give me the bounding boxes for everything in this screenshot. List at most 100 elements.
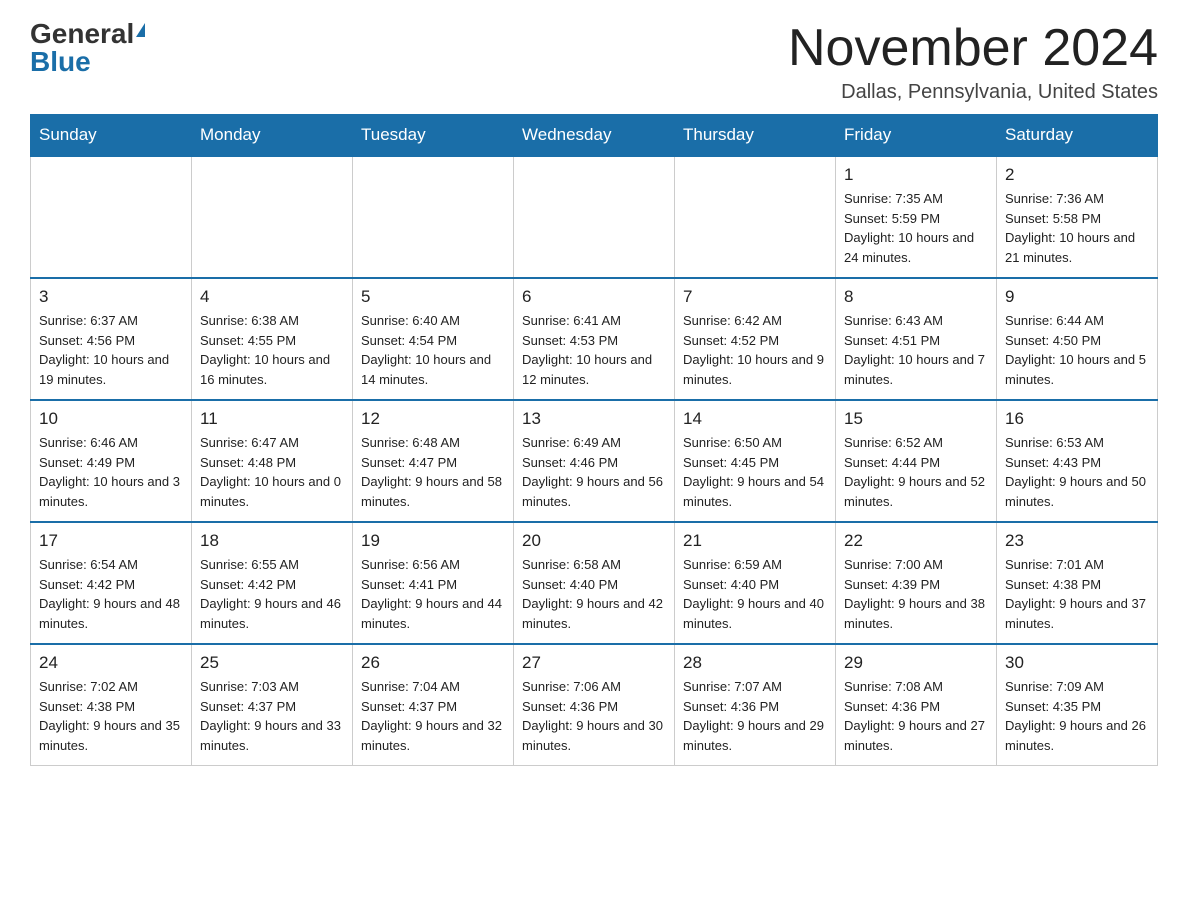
day-number: 24: [39, 653, 183, 673]
calendar-cell: 4 Sunrise: 6:38 AMSunset: 4:55 PMDaylight…: [192, 278, 353, 400]
day-info: Sunrise: 7:00 AMSunset: 4:39 PMDaylight:…: [844, 555, 988, 633]
day-number: 29: [844, 653, 988, 673]
location: Dallas, Pennsylvania, United States: [788, 81, 1158, 104]
day-number: 8: [844, 287, 988, 307]
day-of-week-header: Monday: [192, 115, 353, 157]
calendar-cell: 3Sunrise: 6:37 AMSunset: 4:56 PMDaylight…: [31, 278, 192, 400]
day-info: Sunrise: 7:07 AMSunset: 4:36 PMDaylight:…: [683, 677, 827, 755]
calendar-cell: [31, 156, 192, 278]
day-info: Sunrise: 6:53 AMSunset: 4:43 PMDaylight:…: [1005, 433, 1149, 511]
day-number: 30: [1005, 653, 1149, 673]
calendar-week-row: 24 Sunrise: 7:02 AMSunset: 4:38 PMDayligh…: [31, 644, 1158, 766]
day-number: 5: [361, 287, 505, 307]
calendar-cell: 23 Sunrise: 7:01 AMSunset: 4:38 PMDayligh…: [997, 522, 1158, 644]
day-number: 21: [683, 531, 827, 551]
day-info: Sunrise: 6:55 AMSunset: 4:42 PMDaylight:…: [200, 555, 344, 633]
page-header: General Blue November 2024 Dallas, Penns…: [30, 20, 1158, 104]
day-info: Sunrise: 6:47 AMSunset: 4:48 PMDaylight:…: [200, 433, 344, 511]
calendar-week-row: 1Sunrise: 7:35 AMSunset: 5:59 PMDaylight…: [31, 156, 1158, 278]
calendar-cell: 24 Sunrise: 7:02 AMSunset: 4:38 PMDayligh…: [31, 644, 192, 766]
day-of-week-header: Thursday: [675, 115, 836, 157]
calendar-cell: 10 Sunrise: 6:46 AMSunset: 4:49 PMDayligh…: [31, 400, 192, 522]
day-number: 10: [39, 409, 183, 429]
day-info: Sunrise: 7:03 AMSunset: 4:37 PMDaylight:…: [200, 677, 344, 755]
calendar-cell: 2 Sunrise: 7:36 AMSunset: 5:58 PMDaylight…: [997, 156, 1158, 278]
calendar-cell: 25 Sunrise: 7:03 AMSunset: 4:37 PMDayligh…: [192, 644, 353, 766]
day-info: Sunrise: 7:09 AMSunset: 4:35 PMDaylight:…: [1005, 677, 1149, 755]
day-of-week-header: Saturday: [997, 115, 1158, 157]
day-info: Sunrise: 6:56 AMSunset: 4:41 PMDaylight:…: [361, 555, 505, 633]
day-info: Sunrise: 6:48 AMSunset: 4:47 PMDaylight:…: [361, 433, 505, 511]
day-number: 22: [844, 531, 988, 551]
day-info: Sunrise: 6:41 AMSunset: 4:53 PMDaylight:…: [522, 311, 666, 389]
day-info: Sunrise: 7:08 AMSunset: 4:36 PMDaylight:…: [844, 677, 988, 755]
calendar-cell: 12 Sunrise: 6:48 AMSunset: 4:47 PMDayligh…: [353, 400, 514, 522]
calendar-week-row: 3Sunrise: 6:37 AMSunset: 4:56 PMDaylight…: [31, 278, 1158, 400]
day-info: Sunrise: 6:59 AMSunset: 4:40 PMDaylight:…: [683, 555, 827, 633]
day-info: Sunrise: 7:04 AMSunset: 4:37 PMDaylight:…: [361, 677, 505, 755]
day-info: Sunrise: 6:58 AMSunset: 4:40 PMDaylight:…: [522, 555, 666, 633]
day-number: 2: [1005, 165, 1149, 185]
calendar-cell: 6 Sunrise: 6:41 AMSunset: 4:53 PMDaylight…: [514, 278, 675, 400]
calendar-cell: 11Sunrise: 6:47 AMSunset: 4:48 PMDayligh…: [192, 400, 353, 522]
day-info: Sunrise: 6:43 AMSunset: 4:51 PMDaylight:…: [844, 311, 988, 389]
day-number: 27: [522, 653, 666, 673]
day-of-week-header: Tuesday: [353, 115, 514, 157]
day-number: 17: [39, 531, 183, 551]
day-info: Sunrise: 6:44 AMSunset: 4:50 PMDaylight:…: [1005, 311, 1149, 389]
day-info: Sunrise: 7:36 AMSunset: 5:58 PMDaylight:…: [1005, 189, 1149, 267]
day-number: 7: [683, 287, 827, 307]
calendar-cell: 1Sunrise: 7:35 AMSunset: 5:59 PMDaylight…: [836, 156, 997, 278]
calendar-cell: [192, 156, 353, 278]
calendar-cell: 7 Sunrise: 6:42 AMSunset: 4:52 PMDaylight…: [675, 278, 836, 400]
calendar-cell: 8 Sunrise: 6:43 AMSunset: 4:51 PMDaylight…: [836, 278, 997, 400]
calendar-cell: 21 Sunrise: 6:59 AMSunset: 4:40 PMDayligh…: [675, 522, 836, 644]
month-title: November 2024: [788, 20, 1158, 77]
calendar-cell: 22 Sunrise: 7:00 AMSunset: 4:39 PMDayligh…: [836, 522, 997, 644]
calendar-cell: 27 Sunrise: 7:06 AMSunset: 4:36 PMDayligh…: [514, 644, 675, 766]
calendar-cell: 14 Sunrise: 6:50 AMSunset: 4:45 PMDayligh…: [675, 400, 836, 522]
day-info: Sunrise: 7:06 AMSunset: 4:36 PMDaylight:…: [522, 677, 666, 755]
calendar-cell: 16 Sunrise: 6:53 AMSunset: 4:43 PMDayligh…: [997, 400, 1158, 522]
calendar-cell: 9Sunrise: 6:44 AMSunset: 4:50 PMDaylight…: [997, 278, 1158, 400]
calendar-cell: 29 Sunrise: 7:08 AMSunset: 4:36 PMDayligh…: [836, 644, 997, 766]
day-number: 23: [1005, 531, 1149, 551]
day-number: 3: [39, 287, 183, 307]
day-number: 4: [200, 287, 344, 307]
day-info: Sunrise: 6:50 AMSunset: 4:45 PMDaylight:…: [683, 433, 827, 511]
day-number: 26: [361, 653, 505, 673]
day-info: Sunrise: 7:02 AMSunset: 4:38 PMDaylight:…: [39, 677, 183, 755]
day-number: 16: [1005, 409, 1149, 429]
day-info: Sunrise: 6:52 AMSunset: 4:44 PMDaylight:…: [844, 433, 988, 511]
day-number: 28: [683, 653, 827, 673]
calendar-cell: 5 Sunrise: 6:40 AMSunset: 4:54 PMDaylight…: [353, 278, 514, 400]
day-number: 19: [361, 531, 505, 551]
calendar-table: SundayMondayTuesdayWednesdayThursdayFrid…: [30, 114, 1158, 766]
calendar-week-row: 10 Sunrise: 6:46 AMSunset: 4:49 PMDayligh…: [31, 400, 1158, 522]
logo: General Blue: [30, 20, 145, 76]
day-number: 14: [683, 409, 827, 429]
calendar-cell: [353, 156, 514, 278]
calendar-cell: 19 Sunrise: 6:56 AMSunset: 4:41 PMDayligh…: [353, 522, 514, 644]
day-info: Sunrise: 6:38 AMSunset: 4:55 PMDaylight:…: [200, 311, 344, 389]
day-number: 15: [844, 409, 988, 429]
calendar-cell: 28 Sunrise: 7:07 AMSunset: 4:36 PMDayligh…: [675, 644, 836, 766]
day-info: Sunrise: 6:42 AMSunset: 4:52 PMDaylight:…: [683, 311, 827, 389]
calendar-cell: 13Sunrise: 6:49 AMSunset: 4:46 PMDayligh…: [514, 400, 675, 522]
day-info: Sunrise: 6:49 AMSunset: 4:46 PMDaylight:…: [522, 433, 666, 511]
day-of-week-header: Sunday: [31, 115, 192, 157]
logo-general: General: [30, 20, 134, 48]
calendar-week-row: 17 Sunrise: 6:54 AMSunset: 4:42 PMDayligh…: [31, 522, 1158, 644]
day-info: Sunrise: 6:40 AMSunset: 4:54 PMDaylight:…: [361, 311, 505, 389]
calendar-cell: 20Sunrise: 6:58 AMSunset: 4:40 PMDayligh…: [514, 522, 675, 644]
day-info: Sunrise: 6:54 AMSunset: 4:42 PMDaylight:…: [39, 555, 183, 633]
day-of-week-header: Friday: [836, 115, 997, 157]
day-number: 12: [361, 409, 505, 429]
day-info: Sunrise: 6:46 AMSunset: 4:49 PMDaylight:…: [39, 433, 183, 511]
calendar-header-row: SundayMondayTuesdayWednesdayThursdayFrid…: [31, 115, 1158, 157]
day-number: 6: [522, 287, 666, 307]
calendar-cell: [675, 156, 836, 278]
day-of-week-header: Wednesday: [514, 115, 675, 157]
day-info: Sunrise: 7:01 AMSunset: 4:38 PMDaylight:…: [1005, 555, 1149, 633]
day-number: 25: [200, 653, 344, 673]
